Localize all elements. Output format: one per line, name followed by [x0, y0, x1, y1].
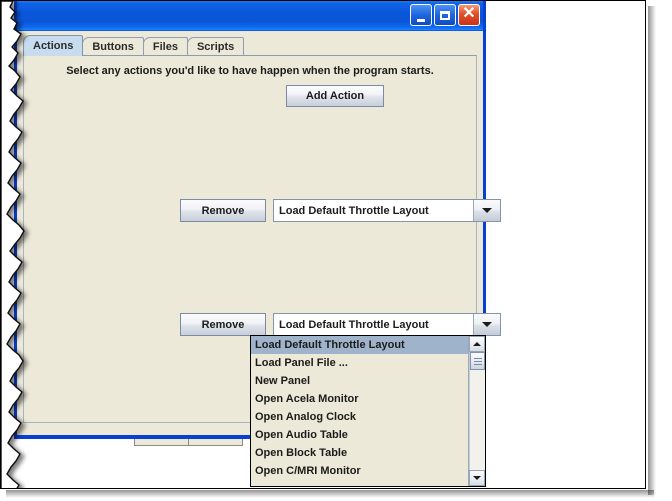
scrollbar-thumb[interactable] — [470, 352, 485, 370]
window-controls: ✕ — [410, 4, 480, 26]
page-drop-shadow-right — [648, 6, 656, 495]
tab-buttons-label: Buttons — [92, 41, 134, 53]
chevron-up-icon — [473, 342, 481, 346]
tab-scripts[interactable]: Scripts — [186, 37, 245, 56]
dropdown-option[interactable]: Load Panel File ... — [251, 354, 468, 372]
dropdown-option-label: Open Acela Monitor — [255, 393, 359, 405]
bottom-button-stubs — [134, 439, 243, 446]
dropdown-option[interactable]: Load Default Throttle Layout — [251, 336, 468, 354]
close-button[interactable]: ✕ — [458, 4, 480, 26]
dropdown-scrollbar[interactable] — [468, 336, 485, 486]
thumb-grip-line — [473, 357, 482, 359]
dropdown-option-label: New Panel — [255, 375, 311, 387]
thumb-grip-line — [473, 360, 482, 362]
dropdown-option[interactable]: Open Analog Clock — [251, 408, 468, 426]
title-bar: ✕ — [17, 1, 483, 31]
maximize-icon — [440, 10, 450, 20]
page-drop-shadow-bottom — [6, 490, 654, 498]
tab-actions-label: Actions — [33, 40, 74, 52]
dropdown-option[interactable]: New Panel — [251, 372, 468, 390]
add-action-label: Add Action — [305, 90, 365, 102]
action-combo-2-value: Load Default Throttle Layout — [274, 314, 474, 335]
tab-files-label: Files — [152, 41, 178, 53]
minimize-icon — [417, 18, 425, 22]
remove-button-1[interactable]: Remove — [180, 199, 266, 222]
tab-scripts-label: Scripts — [196, 41, 235, 53]
chevron-down-icon — [482, 208, 492, 213]
scrollbar-up-button[interactable] — [469, 336, 485, 352]
dropdown-option-label: Open Analog Clock — [255, 411, 357, 423]
page-frame: ✕ Actions Buttons Files Scripts Select a… — [0, 0, 646, 489]
maximize-button[interactable] — [434, 4, 456, 26]
dropdown-option-label: Load Default Throttle Layout — [255, 339, 405, 351]
dropdown-option[interactable]: Open C/MRI Monitor — [251, 462, 468, 480]
dropdown-option-label: Open C/MRI Monitor — [255, 465, 361, 477]
dropdown-option[interactable]: Open Block Table — [251, 444, 468, 462]
action-combo-2-dropdown-popup: Load Default Throttle Layout Load Panel … — [250, 335, 486, 487]
tab-buttons[interactable]: Buttons — [82, 37, 144, 56]
bottom-button-stub-1[interactable] — [134, 439, 189, 446]
action-row: Remove Load Default Throttle Layout — [180, 313, 501, 336]
scrollbar-down-button[interactable] — [469, 470, 485, 486]
chevron-down-icon — [482, 322, 492, 327]
action-combo-1-value: Load Default Throttle Layout — [274, 200, 474, 221]
dropdown-option[interactable]: Open Acela Monitor — [251, 390, 468, 408]
action-combo-2-arrow-button[interactable] — [474, 314, 500, 335]
action-combo-2[interactable]: Load Default Throttle Layout — [273, 313, 501, 336]
action-combo-1-arrow-button[interactable] — [474, 200, 500, 221]
bottom-button-stub-2[interactable] — [188, 439, 243, 446]
tab-files[interactable]: Files — [142, 37, 188, 56]
remove-button-1-label: Remove — [201, 204, 245, 217]
dropdown-option-label: Open Block Table — [255, 447, 348, 459]
scrollbar-track[interactable] — [469, 352, 485, 470]
tab-actions[interactable]: Actions — [23, 35, 84, 56]
instruction-text: Select any actions you'd like to have ha… — [66, 65, 434, 77]
close-icon: ✕ — [462, 5, 476, 22]
remove-button-2-label: Remove — [201, 318, 245, 331]
dropdown-option-label: Load Panel File ... — [255, 357, 348, 369]
dropdown-option-list[interactable]: Load Default Throttle Layout Load Panel … — [251, 336, 468, 486]
thumb-grip-line — [473, 363, 482, 365]
add-action-button[interactable]: Add Action — [286, 85, 384, 107]
chevron-down-icon — [473, 476, 481, 480]
dropdown-option-label: Open Audio Table — [255, 429, 348, 441]
minimize-button[interactable] — [410, 4, 432, 26]
action-combo-1[interactable]: Load Default Throttle Layout — [273, 199, 501, 222]
dropdown-option[interactable]: Open Audio Table — [251, 426, 468, 444]
tab-strip: Actions Buttons Files Scripts — [23, 35, 245, 56]
remove-button-2[interactable]: Remove — [180, 313, 266, 336]
action-row: Remove Load Default Throttle Layout — [180, 199, 501, 222]
